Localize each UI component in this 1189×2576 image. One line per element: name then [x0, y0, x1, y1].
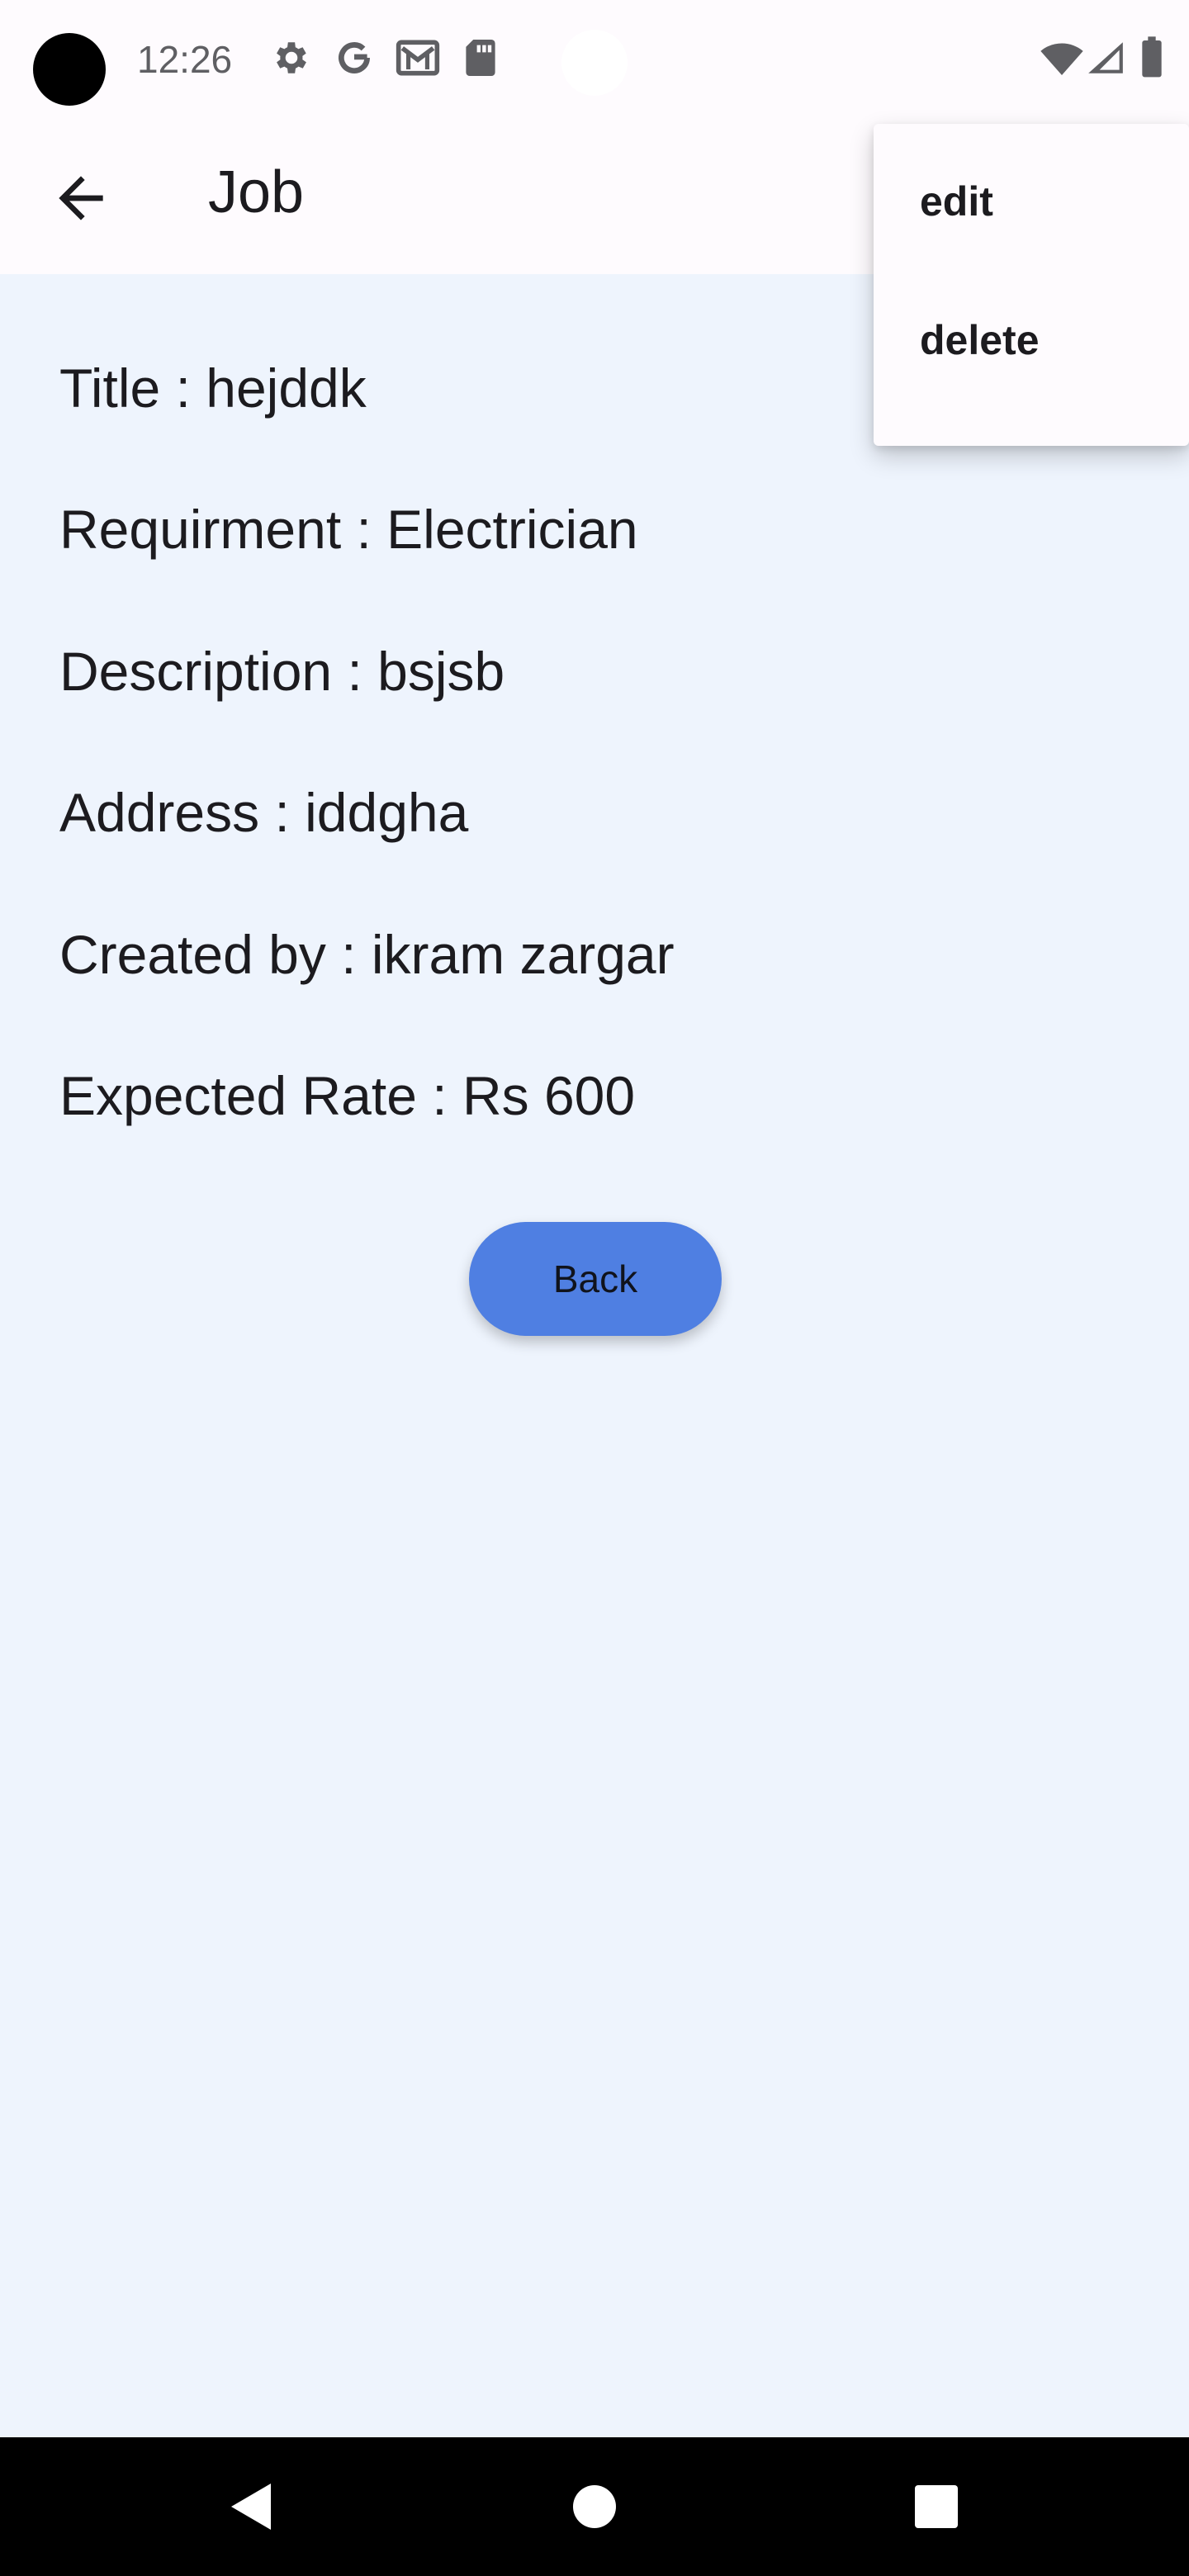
battery-icon: [1139, 35, 1164, 81]
detail-requirement: Requirment : Electrician: [59, 499, 638, 560]
detail-address: Address : iddgha: [59, 782, 469, 843]
job-detail-screen: 12:26 Job Title : hejddk Requirment: El…: [0, 0, 1189, 2576]
detail-title: Title : hejddk: [59, 358, 367, 419]
settings-gear-icon: [271, 35, 312, 81]
sd-card-icon: [462, 35, 499, 81]
status-faint-dot: [561, 30, 628, 96]
status-bar: 12:26: [0, 0, 1189, 124]
wifi-icon: [1039, 35, 1085, 81]
nav-home-circle-icon[interactable]: [525, 2437, 664, 2576]
nav-recents-square-icon[interactable]: [867, 2437, 1006, 2576]
back-button[interactable]: Back: [469, 1222, 722, 1336]
detail-created-by: Created by : ikram zargar: [59, 924, 675, 985]
gmail-icon: [395, 35, 441, 81]
camera-cutout: [33, 33, 106, 106]
google-g-icon: [334, 35, 375, 81]
detail-description: Description : bsjsb: [59, 641, 505, 702]
signal-icon: [1085, 35, 1126, 81]
detail-expected-rate: Expected Rate : Rs 600: [59, 1065, 636, 1126]
system-nav-bar: [0, 2437, 1189, 2576]
menu-item-edit[interactable]: edit: [874, 132, 1189, 271]
overflow-popup-menu: edit delete: [874, 124, 1189, 446]
menu-item-delete[interactable]: delete: [874, 271, 1189, 410]
nav-back-triangle-icon[interactable]: [180, 2437, 319, 2576]
status-time: 12:26: [137, 38, 233, 81]
page-title: Job: [208, 159, 305, 225]
back-arrow-icon[interactable]: [48, 165, 114, 231]
